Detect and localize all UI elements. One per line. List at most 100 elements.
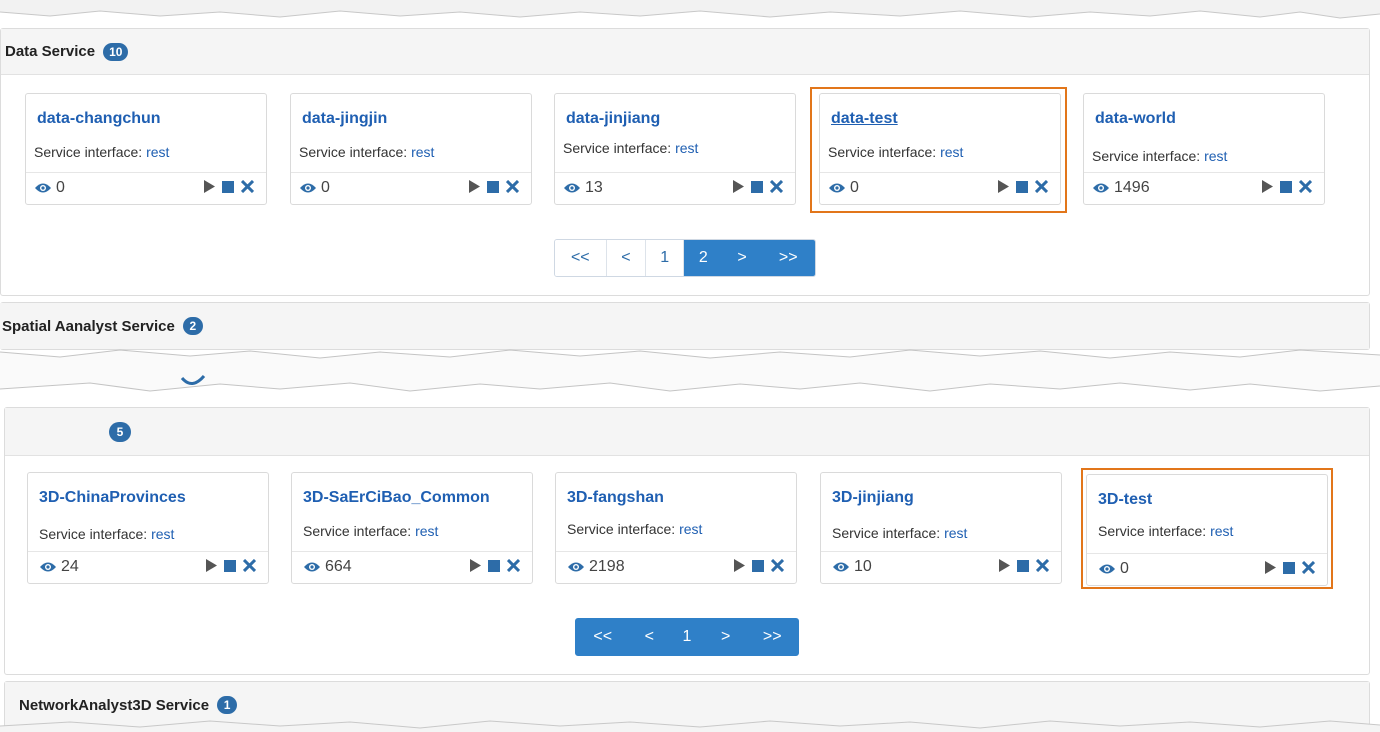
service-interface-label: Service interface: [567, 521, 676, 537]
service-interface-link[interactable]: rest [415, 523, 438, 539]
service-interface-link[interactable]: rest [940, 144, 963, 160]
pager-page-1[interactable]: 1 [646, 240, 685, 276]
pager-first[interactable]: << [555, 240, 607, 276]
stop-icon[interactable] [752, 559, 764, 572]
pager-prev[interactable]: < [629, 619, 670, 655]
stop-icon[interactable] [1283, 561, 1295, 574]
view-count-value: 0 [321, 179, 330, 196]
pager-next[interactable]: > [704, 619, 747, 655]
service-interface-link[interactable]: rest [146, 144, 169, 160]
play-icon[interactable] [469, 559, 481, 572]
view-count-value: 0 [56, 179, 65, 196]
play-icon[interactable] [1264, 561, 1276, 574]
pager-page-1[interactable]: 1 [669, 619, 705, 655]
service-interface: Service interface: rest [34, 144, 169, 160]
view-count-value: 664 [325, 558, 352, 575]
service-interface: Service interface: rest [299, 144, 434, 160]
play-icon[interactable] [997, 180, 1009, 193]
service-name-link[interactable]: 3D-ChinaProvinces [39, 489, 186, 507]
pager-first[interactable]: << [576, 619, 630, 655]
service-interface-label: Service interface: [1098, 523, 1207, 539]
stop-icon[interactable] [1016, 180, 1028, 193]
view-count-value: 2198 [589, 558, 625, 575]
view-count: 1496 [1092, 179, 1150, 197]
spatial-analyst-heading[interactable]: Spatial Aanalyst Service 2 [0, 303, 1369, 349]
service-name-link[interactable]: 3D-fangshan [567, 489, 664, 507]
torn-edge-top [0, 0, 1380, 22]
view-count: 0 [828, 179, 859, 197]
close-icon[interactable] [243, 559, 256, 572]
play-icon[interactable] [468, 180, 480, 193]
play-icon[interactable] [733, 559, 745, 572]
service-name-link[interactable]: 3D-SaErCiBao_Common [303, 489, 490, 507]
play-icon[interactable] [203, 180, 215, 193]
service-name-link[interactable]: 3D-jinjiang [832, 489, 914, 507]
service-name-link[interactable]: 3D-test [1098, 491, 1152, 509]
service-interface: Service interface: rest [1092, 148, 1227, 164]
play-icon[interactable] [998, 559, 1010, 572]
service-name-link[interactable]: data-test [831, 110, 898, 128]
spatial-analyst-panel: Spatial Aanalyst Service 2 [0, 302, 1370, 350]
play-icon[interactable] [1261, 180, 1273, 193]
stop-icon[interactable] [751, 180, 763, 193]
service-interface-link[interactable]: rest [151, 526, 174, 542]
eye-icon [300, 183, 316, 193]
eye-icon [40, 562, 56, 572]
service-management-page: Data Service 10 data-changchun Service i… [0, 0, 1380, 732]
stop-icon[interactable] [488, 559, 500, 572]
stop-icon[interactable] [224, 559, 236, 572]
pager-page-2-active[interactable]: 2 [684, 240, 724, 276]
service-interface-link[interactable]: rest [679, 521, 702, 537]
section-title: Spatial Aanalyst Service [2, 317, 175, 335]
stop-icon[interactable] [222, 180, 234, 193]
count-badge: 2 [182, 317, 203, 335]
service-interface-label: Service interface: [828, 144, 937, 160]
stop-icon[interactable] [487, 180, 499, 193]
stop-icon[interactable] [1280, 180, 1292, 193]
pager-last[interactable]: >> [761, 240, 815, 276]
play-icon[interactable] [205, 559, 217, 572]
close-icon[interactable] [1299, 180, 1312, 193]
service-interface: Service interface: rest [567, 521, 702, 537]
service-interface-link[interactable]: rest [675, 140, 698, 156]
view-count-value: 0 [850, 179, 859, 196]
close-icon[interactable] [770, 180, 783, 193]
section-title: NetworkAnalyst3D Service [19, 696, 210, 714]
service-name-link[interactable]: data-jingjin [302, 110, 387, 128]
service-interface: Service interface: rest [1098, 523, 1233, 539]
service-name-link[interactable]: data-changchun [37, 110, 161, 128]
service-interface-link[interactable]: rest [1204, 148, 1227, 164]
pager-next[interactable]: > [723, 240, 762, 276]
close-icon[interactable] [241, 180, 254, 193]
close-icon[interactable] [1302, 561, 1315, 574]
service-card: 3D-fangshan Service interface: rest 2198 [555, 472, 797, 584]
view-count-value: 10 [854, 558, 872, 575]
close-icon[interactable] [507, 559, 520, 572]
count-badge: 5 [109, 421, 131, 442]
section-title: Data Service [5, 43, 96, 60]
stop-icon[interactable] [1017, 559, 1029, 572]
view-count-value: 1496 [1114, 179, 1150, 196]
3d-service-heading[interactable]: 5 [5, 408, 1369, 456]
close-icon[interactable] [1036, 559, 1049, 572]
service-name-link[interactable]: data-world [1095, 110, 1176, 128]
service-interface-link[interactable]: rest [1210, 523, 1233, 539]
view-count: 24 [39, 558, 79, 576]
data-service-heading[interactable]: Data Service 10 [1, 29, 1369, 75]
pager-prev[interactable]: < [606, 240, 647, 276]
service-card: 3D-test Service interface: rest 0 [1086, 474, 1328, 586]
pager-last[interactable]: >> [746, 619, 798, 655]
service-interface: Service interface: rest [303, 523, 438, 539]
close-icon[interactable] [506, 180, 519, 193]
service-interface-link[interactable]: rest [411, 144, 434, 160]
service-card: 3D-SaErCiBao_Common Service interface: r… [291, 472, 533, 584]
eye-icon [304, 562, 320, 572]
count-badge: 10 [103, 42, 129, 61]
service-name-link[interactable]: data-jinjiang [566, 110, 660, 128]
close-icon[interactable] [1035, 180, 1048, 193]
view-count-value: 24 [61, 558, 79, 575]
service-interface-link[interactable]: rest [944, 525, 967, 541]
play-icon[interactable] [732, 180, 744, 193]
close-icon[interactable] [771, 559, 784, 572]
service-interface-label: Service interface: [39, 526, 148, 542]
